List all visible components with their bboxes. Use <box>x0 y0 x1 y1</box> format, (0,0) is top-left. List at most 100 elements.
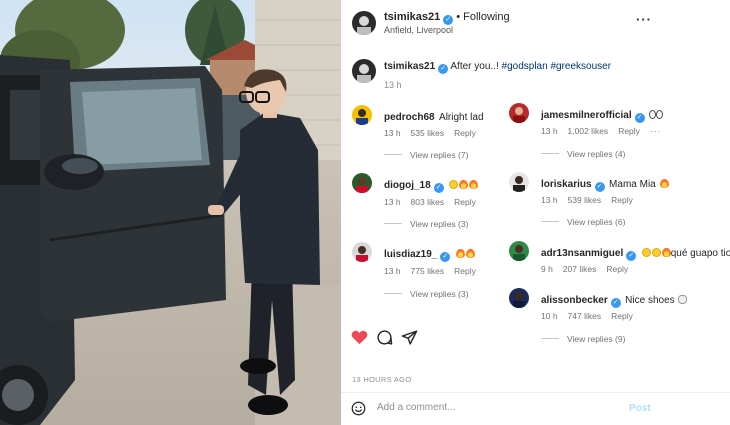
comment-meta: 13 h 535 likes Reply <box>384 128 486 138</box>
replies-line <box>541 221 559 222</box>
comment-username[interactable]: diogoj_18 <box>384 180 431 191</box>
caption-hashtags[interactable]: #godsplan #greeksouser <box>502 61 612 72</box>
comment-likes[interactable]: 539 likes <box>568 195 602 205</box>
author-username[interactable]: tsimikas21 <box>384 11 440 23</box>
verified-badge-icon: ✓ <box>438 64 449 74</box>
comment-time: 13 h <box>384 197 401 207</box>
comment-username[interactable]: pedroch68 <box>384 112 435 123</box>
comment-body: luisdiaz19_ ✓ <box>384 244 475 262</box>
view-replies-button[interactable]: View replies (6) <box>541 217 625 227</box>
composer-divider <box>341 392 730 393</box>
verified-badge-icon: ✓ <box>610 298 621 308</box>
commenter-avatar[interactable] <box>509 288 529 308</box>
commenter-avatar[interactable] <box>509 103 529 123</box>
comment-text: Mama Mia <box>609 179 659 190</box>
separator-dot: • <box>456 11 461 23</box>
skull-emoji-icon <box>678 295 688 304</box>
eyes-emoji-icon <box>656 110 664 119</box>
comment-time: 13 h <box>541 126 558 136</box>
comment-text: Alright lad <box>439 112 484 123</box>
fire-emoji-icon <box>465 249 475 258</box>
commenter-avatar[interactable] <box>352 242 372 262</box>
following-button[interactable]: Following <box>463 11 509 23</box>
grin-emoji-icon <box>651 248 661 257</box>
post-caption: tsimikas21 ✓ After you..! #godsplan #gree… <box>384 61 611 74</box>
emoji-smile-icon[interactable] <box>351 401 366 421</box>
post-comment-button[interactable]: Post <box>629 403 651 414</box>
reply-button[interactable]: Reply <box>618 126 640 136</box>
comment-body: loriskarius ✓ Mama Mia <box>541 174 669 192</box>
replies-line <box>384 293 402 294</box>
commenter-avatar[interactable] <box>352 173 372 193</box>
caption-time: 13 h <box>384 80 402 90</box>
instagram-post-view: tsimikas21 ✓ • Following Anfield, Liverpool… <box>0 0 730 425</box>
comment-likes[interactable]: 775 likes <box>411 266 445 276</box>
commenter-avatar[interactable] <box>509 172 529 192</box>
replies-line <box>384 223 402 224</box>
more-dots-icon[interactable]: ··· <box>636 12 652 27</box>
comment-username[interactable]: loriskarius <box>541 179 592 190</box>
commenter-avatar[interactable] <box>352 105 372 125</box>
view-replies-button[interactable]: View replies (4) <box>541 149 625 159</box>
author-avatar[interactable] <box>352 11 376 35</box>
view-replies-button[interactable]: View replies (3) <box>384 219 468 229</box>
comment-more-icon[interactable]: ··· <box>650 126 662 136</box>
comment-username[interactable]: adr13nsanmiguel <box>541 248 623 259</box>
fire-emoji-icon <box>469 180 479 189</box>
view-replies-label: View replies (7) <box>410 150 469 160</box>
comment-username[interactable]: luisdiaz19_ <box>384 249 437 260</box>
comment-meta: 10 h 747 likes Reply <box>541 311 643 321</box>
comment-text: qué guapo tio! <box>670 248 730 259</box>
comment-likes[interactable]: 535 likes <box>411 128 445 138</box>
comment-meta: 9 h 207 likes Reply <box>541 264 638 274</box>
comment-likes[interactable]: 207 likes <box>563 264 597 274</box>
reply-button[interactable]: Reply <box>454 197 476 207</box>
comment-body: pedroch68 Alright lad <box>384 107 484 125</box>
verified-badge-icon: ✓ <box>433 183 444 193</box>
verified-badge-icon: ✓ <box>443 15 454 25</box>
view-replies-button[interactable]: View replies (3) <box>384 289 468 299</box>
verified-badge-icon: ✓ <box>594 182 605 192</box>
comment-meta: 13 h 775 likes Reply <box>384 266 486 276</box>
comment-likes[interactable]: 747 likes <box>568 311 602 321</box>
reply-button[interactable]: Reply <box>611 195 633 205</box>
caption-username[interactable]: tsimikas21 <box>384 61 435 72</box>
view-replies-label: View replies (3) <box>410 289 469 299</box>
grin-emoji-icon <box>641 248 651 257</box>
comment-time: 10 h <box>541 311 558 321</box>
grin-emoji-icon <box>449 180 459 189</box>
comment-input[interactable] <box>377 402 617 413</box>
posted-time: 13 HOURS AGO <box>352 375 412 384</box>
comment-time: 9 h <box>541 264 553 274</box>
comment-likes[interactable]: 1,002 likes <box>568 126 609 136</box>
comment-username[interactable]: alissonbecker <box>541 295 608 306</box>
comment-time: 13 h <box>384 128 401 138</box>
comment-bubble-icon[interactable] <box>376 329 393 351</box>
post-location[interactable]: Anfield, Liverpool <box>384 25 453 35</box>
verified-badge-icon: ✓ <box>634 113 645 123</box>
commenter-avatar[interactable] <box>509 241 529 261</box>
post-photo[interactable] <box>0 0 341 425</box>
comment-likes[interactable]: 803 likes <box>411 197 445 207</box>
replies-line <box>384 154 402 155</box>
view-replies-label: View replies (6) <box>567 217 626 227</box>
reply-button[interactable]: Reply <box>606 264 628 274</box>
caption-avatar[interactable] <box>352 59 376 83</box>
reply-button[interactable]: Reply <box>454 128 476 138</box>
fire-emoji-icon <box>659 179 669 188</box>
view-replies-label: View replies (9) <box>567 334 626 344</box>
reply-button[interactable]: Reply <box>611 311 633 321</box>
comment-username[interactable]: jamesmilnerofficial <box>541 110 632 121</box>
fire-emoji-icon <box>455 249 465 258</box>
paper-plane-icon[interactable] <box>401 329 418 351</box>
reply-button[interactable]: Reply <box>454 266 476 276</box>
comment-body: jamesmilnerofficial ✓ <box>541 105 664 123</box>
replies-line <box>541 153 559 154</box>
view-replies-button[interactable]: View replies (9) <box>541 334 625 344</box>
heart-filled-icon[interactable] <box>351 329 368 350</box>
verified-badge-icon: ✓ <box>626 251 637 261</box>
comment-text: Nice shoes <box>625 295 678 306</box>
replies-line <box>541 338 559 339</box>
comment-meta: 13 h 1,002 likes Reply ··· <box>541 126 671 136</box>
view-replies-button[interactable]: View replies (7) <box>384 150 468 160</box>
